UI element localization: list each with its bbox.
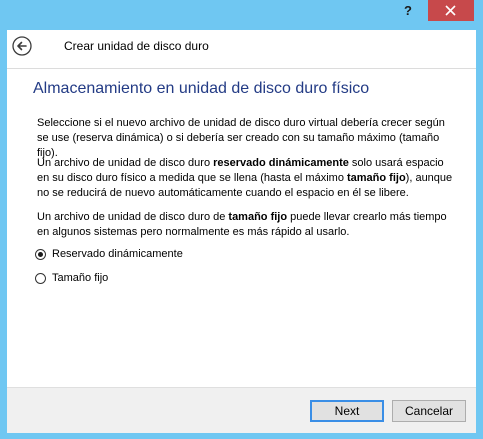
back-button[interactable] [12,36,32,56]
wizard-content: Almacenamiento en unidad de disco duro f… [7,68,476,387]
text-segment: Un archivo de unidad de disco duro de [37,211,229,223]
text-segment: Un archivo de unidad de disco duro [37,157,214,169]
radio-button-fixed[interactable] [35,272,46,284]
close-button[interactable] [428,0,474,21]
bold-term-fixed: tamaño fijo [228,211,288,223]
button-bar: Next Cancelar [7,387,476,433]
dialog-window: ? Crear unidad de disco duro Almacenamie… [0,0,483,439]
bold-term-fixed: tamaño fijo [347,172,406,184]
page-title: Almacenamiento en unidad de disco duro f… [33,80,370,97]
close-icon [445,5,456,16]
wizard-header: Crear unidad de disco duro [7,30,476,62]
wizard-title: Crear unidad de disco duro [64,39,209,53]
radio-option-fixed[interactable]: Tamaño fijo [35,270,108,286]
description-paragraph: Seleccione si el nuevo archivo de unidad… [37,117,445,159]
client-area: Crear unidad de disco duro Almacenamient… [7,30,476,433]
help-button[interactable]: ? [389,0,427,21]
back-arrow-icon [12,36,32,56]
radio-button-dynamic[interactable] [35,248,46,260]
radio-label-fixed: Tamaño fijo [52,272,109,284]
next-button[interactable]: Next [310,400,384,422]
bold-term-dynamic: reservado dinámicamente [213,157,349,169]
fixed-explanation-paragraph: Un archivo de unidad de disco duro de ta… [37,210,457,240]
radio-label-dynamic: Reservado dinámicamente [52,248,183,260]
radio-option-dynamic[interactable]: Reservado dinámicamente [35,246,183,262]
title-bar: ? [0,0,483,30]
cancel-button[interactable]: Cancelar [392,400,466,422]
dynamic-explanation-paragraph: Un archivo de unidad de disco duro reser… [37,156,457,201]
